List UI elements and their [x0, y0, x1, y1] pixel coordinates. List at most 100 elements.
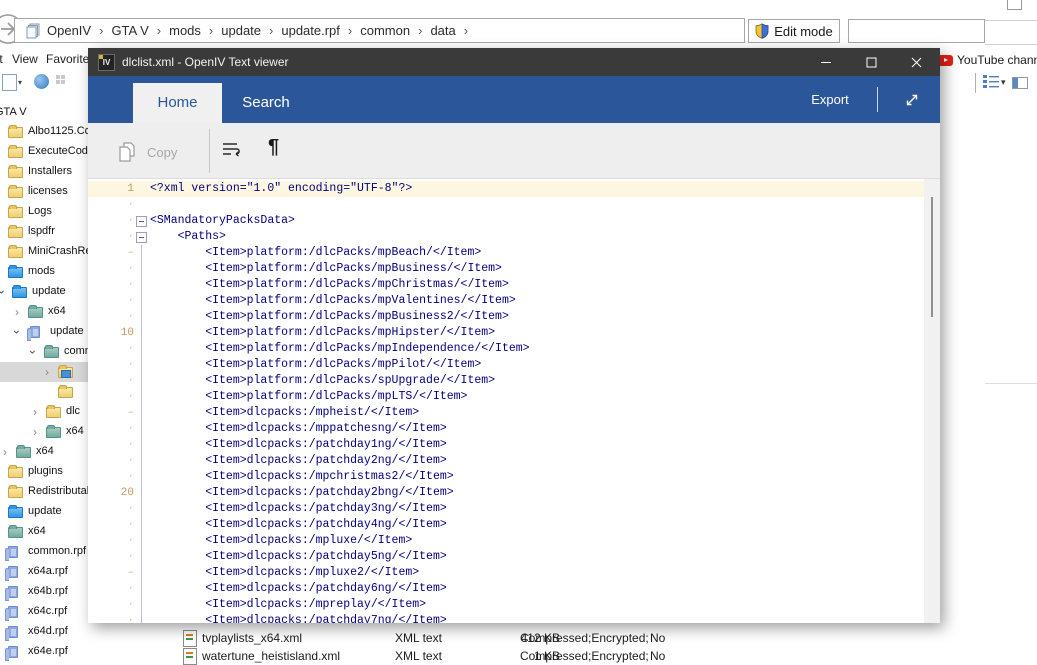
edit-mode-label: Edit mode [774, 24, 833, 39]
chevron-right-icon[interactable]: › [15, 304, 19, 320]
folder-icon [8, 207, 23, 218]
window-corner-button[interactable] [1007, 0, 1022, 10]
uac-shield-icon [755, 23, 769, 39]
editor-scrollbar[interactable] [924, 179, 940, 623]
tree-item-label: dlc [66, 405, 80, 417]
tree-item[interactable]: x64d.rpf [0, 622, 180, 642]
chevron-right-icon[interactable]: › [45, 364, 49, 380]
line-number: · [88, 309, 134, 325]
word-wrap-icon[interactable] [222, 141, 242, 161]
close-button[interactable] [902, 48, 930, 76]
code-line: · <Item>platform:/dlcPacks/mpChristmas/<… [88, 277, 924, 293]
chevron-down-icon[interactable]: › [0, 290, 10, 294]
breadcrumb: OpenIV›GTA V›mods›update›update.rpf›comm… [14, 18, 745, 43]
youtube-channel-link[interactable]: YouTube channel [957, 53, 1037, 67]
tree-item-label: update [50, 325, 84, 337]
tab-home[interactable]: Home [133, 83, 222, 123]
fold-toggle-icon[interactable] [136, 232, 147, 243]
youtube-icon[interactable] [938, 55, 953, 66]
address-extra-box[interactable] [848, 19, 985, 43]
rpf-archive-icon [8, 626, 18, 638]
tree-item-label: Installers [28, 165, 72, 177]
fold-scope-line [141, 421, 142, 437]
expand-window-icon[interactable] [903, 91, 921, 109]
file-row[interactable]: tvplaylists_x64.xmlXML text412 KBCompres… [180, 629, 940, 647]
search-icon[interactable] [34, 74, 49, 89]
ribbon-divider [877, 87, 878, 112]
tree-item[interactable]: x64e.rpf [0, 642, 180, 662]
fold-toggle-icon[interactable] [136, 216, 147, 227]
tab-search[interactable]: Search [222, 83, 310, 123]
code-text: <Item>platform:/dlcPacks/mpIndependence/… [150, 341, 924, 357]
code-text: <Item>dlcpacks:/patchday5ng/</Item> [150, 549, 924, 565]
tree-item-label: x64 [36, 445, 54, 457]
breadcrumb-item[interactable]: data [430, 23, 455, 38]
open-folder-icon [58, 367, 73, 378]
code-line: 20 <Item>dlcpacks:/patchday2bng/</Item> [88, 485, 924, 501]
menu-item[interactable]: Edit [0, 52, 3, 66]
dialog-titlebar[interactable]: IV dlclist.xml - OpenIV Text viewer [88, 48, 940, 76]
chevron-right-icon[interactable]: › [33, 404, 37, 420]
code-line: · <Item>dlcpacks:/patchday7ng/</Item> [88, 613, 924, 623]
breadcrumb-item[interactable]: update [221, 23, 261, 38]
chevron-down-icon[interactable]: ▾ [18, 78, 22, 87]
scrollbar-thumb[interactable] [931, 197, 933, 317]
folder-icon [8, 467, 23, 478]
list-view-icon[interactable] [983, 75, 999, 90]
code-text: <Item>dlcpacks:/mpreplay/</Item> [150, 597, 924, 613]
file-row[interactable]: watertune_heistisland.xmlXML text1 KBCom… [180, 647, 940, 665]
line-number: · [88, 197, 134, 213]
menu-item[interactable]: View [12, 52, 38, 66]
code-line: · <Item>platform:/dlcPacks/spUpgrade/</I… [88, 373, 924, 389]
edit-mode-button[interactable]: Edit mode [748, 19, 840, 43]
code-editor[interactable]: 1<?xml version="1.0" encoding="UTF-8"?>·… [88, 179, 940, 623]
fold-scope-line [141, 517, 142, 533]
tree-item-label: ExecuteCode [28, 145, 94, 157]
view-options-caret-icon[interactable]: ▾ [1001, 77, 1006, 88]
code-line: · <Item>platform:/dlcPacks/mpValentines/… [88, 293, 924, 309]
code-text: <Item>dlcpacks:/patchday2bng/</Item> [150, 485, 924, 501]
breadcrumb-item[interactable]: OpenIV [47, 23, 91, 38]
line-number: – [88, 565, 134, 581]
line-number: · [88, 261, 134, 277]
breadcrumb-item[interactable]: mods [169, 23, 201, 38]
dialog-toolbar: Copy ¶ [88, 123, 940, 179]
fold-scope-line [141, 485, 142, 501]
minimize-button[interactable] [812, 48, 840, 76]
fold-scope-line [141, 437, 142, 453]
file-type: XML text [395, 631, 442, 645]
code-text: <Item>dlcpacks:/patchday3ng/</Item> [150, 501, 924, 517]
chevron-down-icon[interactable]: › [9, 330, 25, 334]
code-line: · <Item>platform:/dlcPacks/mpIndependenc… [88, 341, 924, 357]
breadcrumb-item[interactable]: GTA V [111, 23, 148, 38]
formatting-marks-icon[interactable]: ¶ [268, 136, 279, 159]
breadcrumb-separator-icon: › [348, 23, 352, 38]
line-number: · [88, 277, 134, 293]
breadcrumb-item[interactable]: update.rpf [281, 23, 340, 38]
copy-button[interactable]: Copy [118, 135, 198, 169]
new-document-icon[interactable] [2, 74, 17, 91]
code-line: · <Item>dlcpacks:/patchday5ng/</Item> [88, 549, 924, 565]
code-text: <?xml version="1.0" encoding="UTF-8"?> [150, 181, 924, 197]
chevron-right-icon[interactable]: › [3, 444, 7, 460]
panel-view-icon[interactable] [1012, 77, 1028, 89]
line-number: · [88, 453, 134, 469]
code-line: – <Item>platform:/dlcPacks/mpBeach/</Ite… [88, 245, 924, 261]
breadcrumb-item[interactable]: common [360, 23, 410, 38]
code-line: · <Item>dlcpacks:/patchday4ng/</Item> [88, 517, 924, 533]
code-line: · <Item>dlcpacks:/patchday1ng/</Item> [88, 437, 924, 453]
breadcrumb-separator-icon: › [464, 23, 468, 38]
grid-tool-icon[interactable] [56, 75, 70, 89]
maximize-button[interactable] [857, 48, 885, 76]
copy-icon [118, 142, 137, 163]
folder-icon [8, 187, 23, 198]
line-number: · [88, 517, 134, 533]
fold-scope-line [141, 309, 142, 325]
chevron-right-icon[interactable]: › [33, 424, 37, 440]
chevron-down-icon[interactable]: › [25, 350, 41, 354]
folder-icon [8, 527, 23, 538]
export-button[interactable]: Export [800, 89, 860, 111]
tree-item-label: licenses [28, 185, 68, 197]
code-text: <Item>dlcpacks:/patchday7ng/</Item> [150, 613, 924, 623]
code-line: · <Item>platform:/dlcPacks/mpBusiness2/<… [88, 309, 924, 325]
